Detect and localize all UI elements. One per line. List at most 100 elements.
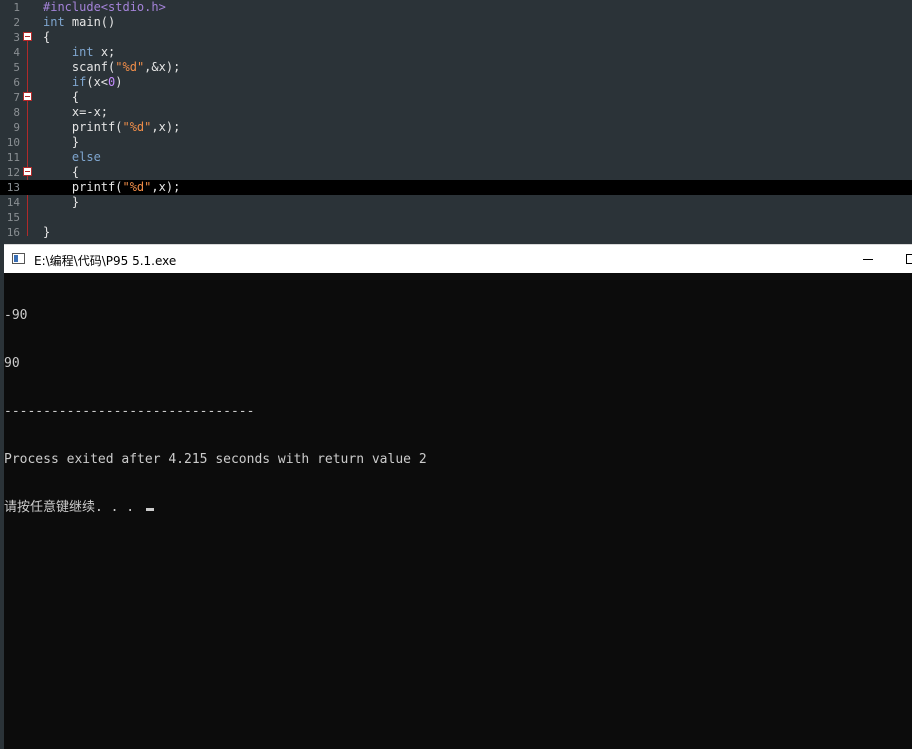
code-token: { (71, 90, 80, 104)
console-line: 请按任意键继续. . . (4, 500, 142, 515)
code-text: { (43, 90, 79, 105)
code-text: } (43, 135, 79, 150)
code-token: scanf( (71, 60, 116, 74)
line-number: 14 (6, 196, 20, 209)
code-line[interactable]: 13 printf("%d",x); (0, 180, 912, 195)
code-token: ) (115, 75, 123, 89)
console-line: -90 (4, 308, 28, 323)
code-line[interactable]: 14 } (0, 195, 912, 210)
console-title-bar[interactable]: E:\编程\代码\P95 5.1.exe (4, 244, 912, 273)
line-number: 12 (6, 166, 20, 179)
console-line: 90 (4, 356, 20, 371)
console-window[interactable]: E:\编程\代码\P95 5.1.exe -90 90 ------------… (4, 244, 912, 749)
code-token: if (71, 75, 87, 89)
code-line[interactable]: 9 printf("%d",x); (0, 120, 912, 135)
line-number: 7 (13, 91, 20, 104)
line-number: 16 (6, 226, 20, 239)
code-text: { (43, 30, 50, 45)
console-output: -90 90 -------------------------------- … (4, 276, 427, 548)
code-text: } (43, 225, 50, 240)
maximize-button[interactable] (900, 249, 912, 269)
line-number: 9 (13, 121, 20, 134)
code-token: ,x); (151, 180, 181, 194)
fold-collapse-icon[interactable] (23, 32, 32, 41)
code-token: else (71, 150, 101, 164)
code-token: x; (93, 45, 116, 59)
line-number: 3 (13, 31, 20, 44)
code-text: #include<stdio.h> (43, 0, 166, 15)
fold-collapse-icon[interactable] (23, 92, 32, 101)
code-token: } (71, 195, 80, 209)
code-line[interactable]: 5 scanf("%d",&x); (0, 60, 912, 75)
console-app-icon (12, 253, 25, 264)
code-line[interactable]: 4 int x; (0, 45, 912, 60)
code-text: printf("%d",x); (43, 180, 180, 195)
code-line[interactable]: 6 if(x<0) (0, 75, 912, 90)
code-line[interactable]: 16} (0, 225, 912, 240)
code-token: } (71, 135, 80, 149)
line-number: 8 (13, 106, 20, 119)
minimize-button[interactable] (854, 249, 882, 269)
line-number: 10 (6, 136, 20, 149)
code-token: { (71, 165, 80, 179)
console-line: Process exited after 4.215 seconds with … (4, 452, 427, 467)
line-number: 5 (13, 61, 20, 74)
console-title: E:\编程\代码\P95 5.1.exe (34, 254, 177, 268)
code-token: main() (64, 15, 116, 29)
console-cursor (145, 508, 154, 511)
code-token: "%d" (115, 60, 145, 74)
code-line[interactable]: 8 x=-x; (0, 105, 912, 120)
code-text: x=-x; (43, 105, 108, 120)
line-number: 13 (6, 181, 20, 194)
code-line[interactable]: 15 (0, 210, 912, 225)
code-line[interactable]: 7 { (0, 90, 912, 105)
code-token: "%d" (122, 120, 152, 134)
code-text: int main() (43, 15, 115, 30)
code-line[interactable]: 11 else (0, 150, 912, 165)
code-token: { (43, 30, 51, 44)
code-text: printf("%d",x); (43, 120, 180, 135)
code-token: int (43, 15, 65, 29)
code-text: int x; (43, 45, 115, 60)
code-token: } (43, 225, 51, 239)
line-number: 11 (6, 151, 20, 164)
line-number: 6 (13, 76, 20, 89)
code-token: int (71, 45, 94, 59)
code-line[interactable]: 1 #include<stdio.h> (0, 0, 912, 15)
code-text: } (43, 195, 79, 210)
code-token: printf( (71, 120, 123, 134)
code-token: x=-x; (71, 105, 109, 119)
code-text: scanf("%d",&x); (43, 60, 180, 75)
code-line[interactable]: 2 int main() (0, 15, 912, 30)
line-number: 4 (13, 46, 20, 59)
code-line[interactable]: 12 { (0, 165, 912, 180)
console-line: -------------------------------- (4, 404, 255, 419)
code-token: printf( (71, 180, 123, 194)
code-text: if(x<0) (43, 75, 123, 90)
code-token: ,x); (151, 120, 181, 134)
line-number: 2 (13, 16, 20, 29)
line-number: 15 (6, 211, 20, 224)
code-token: ,&x); (144, 60, 181, 74)
code-line[interactable]: 3{ (0, 30, 912, 45)
code-token: (x< (86, 75, 109, 89)
code-editor[interactable]: 1 #include<stdio.h> 2 int main() 3{4 int x; 5… (0, 0, 912, 244)
code-line[interactable]: 10 } (0, 135, 912, 150)
code-token: "%d" (122, 180, 152, 194)
code-text: else (43, 150, 101, 165)
fold-collapse-icon[interactable] (23, 167, 32, 176)
code-text: { (43, 165, 79, 180)
code-token: #include<stdio.h> (43, 0, 166, 14)
line-number: 1 (13, 1, 20, 14)
